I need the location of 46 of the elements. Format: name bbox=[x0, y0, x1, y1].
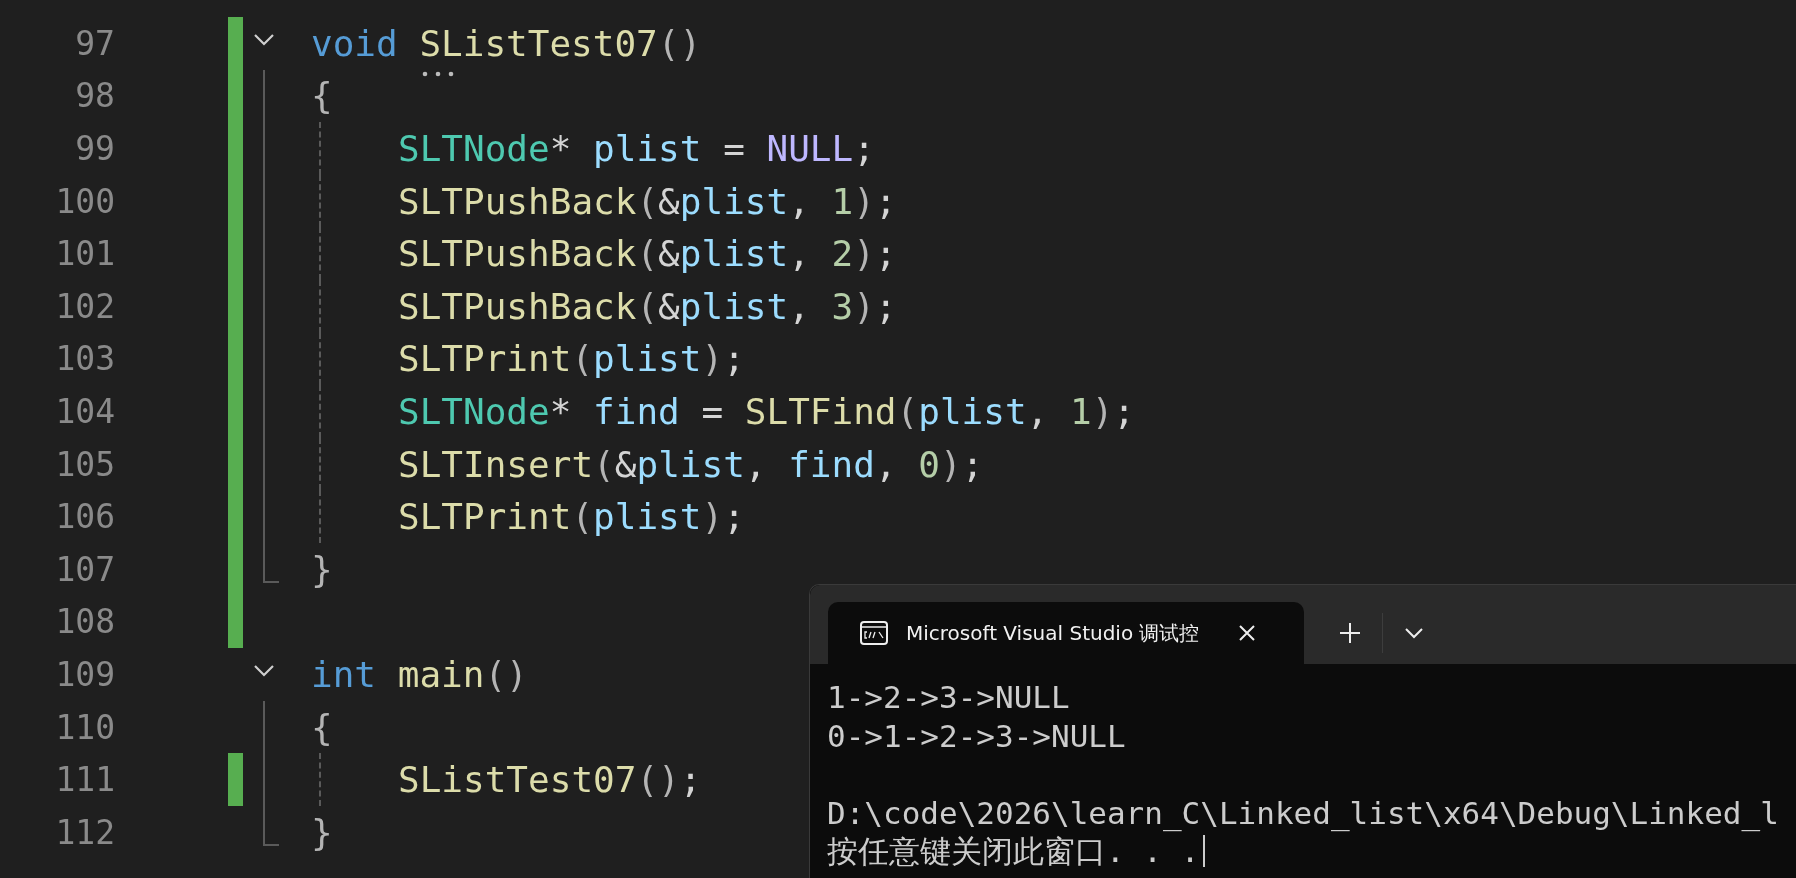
suggestion-dots-icon[interactable] bbox=[421, 70, 455, 77]
output-text: 按任意键关闭此窗口. . . bbox=[827, 832, 1200, 871]
code-line: { bbox=[311, 706, 333, 748]
line-number: 100 bbox=[54, 181, 115, 221]
terminal-tab[interactable]: Microsoft Visual Studio 调试控 bbox=[828, 602, 1304, 664]
line-number: 107 bbox=[54, 549, 115, 589]
code-line: SLTNode* find = SLTFind(plist, 1); bbox=[398, 390, 1135, 432]
code-line: SLTNode* plist = NULL; bbox=[398, 128, 875, 169]
fold-guide-end bbox=[263, 805, 279, 846]
code-line: void SListTest07() bbox=[311, 22, 702, 64]
code-line: SLTInsert(&plist, find, 0); bbox=[398, 443, 984, 485]
code-line: SLTPrint(plist); bbox=[398, 338, 745, 380]
code-line: SLTPushBack(&plist, 2); bbox=[398, 233, 897, 275]
code-line: SListTest07(); bbox=[398, 759, 702, 801]
code-line: } bbox=[311, 811, 333, 853]
line-number: 110 bbox=[54, 707, 115, 747]
line-number: 112 bbox=[54, 812, 115, 852]
output-text: 0->1->2->3->NULL bbox=[827, 716, 1126, 755]
line-number: 102 bbox=[54, 286, 115, 326]
line-number: 104 bbox=[54, 391, 115, 431]
line-number: 109 bbox=[54, 654, 115, 694]
line-number: 103 bbox=[54, 339, 115, 379]
code-line: SLTPushBack(&plist, 3); bbox=[398, 285, 897, 327]
line-number: 98 bbox=[74, 76, 115, 116]
line-number: 101 bbox=[54, 234, 115, 274]
line-number: 106 bbox=[54, 497, 115, 537]
code-line: SLTPushBack(&plist, 1); bbox=[398, 180, 897, 222]
output-text: 1->2->3->NULL bbox=[827, 678, 1070, 717]
close-icon[interactable] bbox=[1237, 624, 1256, 642]
collapse-chevron-icon[interactable] bbox=[253, 664, 275, 679]
line-number: 97 bbox=[74, 23, 115, 63]
line-number: 111 bbox=[54, 760, 115, 800]
collapse-chevron-icon[interactable] bbox=[253, 33, 275, 47]
code-line: } bbox=[311, 548, 333, 590]
line-number: 105 bbox=[54, 444, 115, 484]
code-line: int main() bbox=[311, 653, 528, 695]
console-icon bbox=[860, 621, 888, 645]
code-line: { bbox=[311, 75, 333, 117]
output-text: D:\code\2026\learn_C\Linked_list\x64\Debug\Linked_l bbox=[827, 793, 1779, 832]
fold-guide-end bbox=[263, 542, 279, 583]
dropdown-chevron-icon[interactable] bbox=[1405, 627, 1423, 639]
new-tab-icon[interactable] bbox=[1340, 623, 1360, 643]
line-number: 108 bbox=[54, 602, 115, 642]
indent-guide bbox=[319, 753, 321, 806]
code-line: SLTPrint(plist); bbox=[398, 496, 745, 538]
line-number: 99 bbox=[74, 129, 115, 168]
